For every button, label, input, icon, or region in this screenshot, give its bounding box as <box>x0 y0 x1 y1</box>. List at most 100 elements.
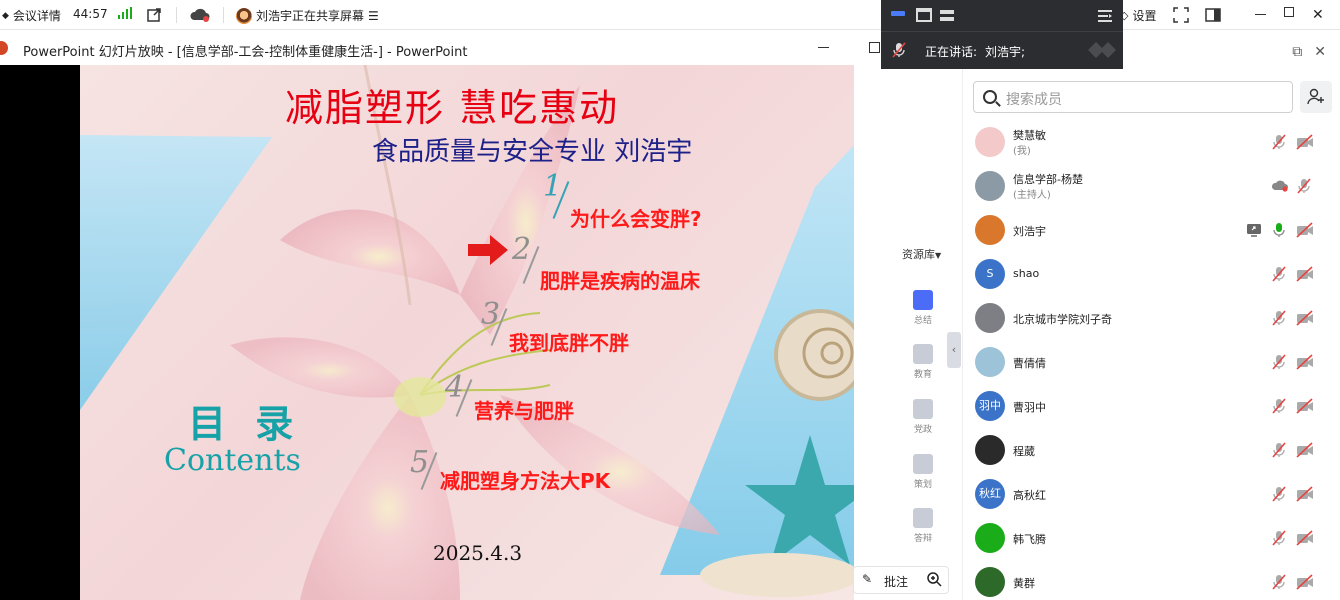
window-mode-icon[interactable] <box>916 8 932 22</box>
ppt-minimize-icon[interactable] <box>818 47 829 48</box>
tool-defense[interactable]: 答辩 <box>912 508 934 544</box>
member-row[interactable]: 刘浩宇 <box>973 208 1333 252</box>
member-avatar <box>975 347 1005 377</box>
speaking-name: 刘浩宇; <box>985 45 1026 59</box>
member-search-input[interactable]: 搜索成员 <box>973 81 1293 113</box>
collapse-toolbar-button[interactable]: ‹ <box>947 332 961 368</box>
member-row[interactable]: Sshao <box>973 252 1333 296</box>
minimize-icon[interactable] <box>1255 7 1266 15</box>
mic-muted-icon[interactable] <box>1271 530 1287 546</box>
sidebar-toggle-icon[interactable] <box>1205 7 1221 23</box>
member-avatar: 羽中 <box>975 391 1005 421</box>
slide-subtitle: 食品质量与安全专业 刘浩宇 <box>372 137 693 167</box>
member-row[interactable]: 信息学部-杨楚 (主持人) <box>973 164 1333 208</box>
slide[interactable]: 减脂塑形 慧吃惠动 食品质量与安全专业 刘浩宇 1 为什么会变胖? 2 肥胖是疾… <box>80 65 854 600</box>
sharing-indicator[interactable]: 刘浩宇正在共享屏幕 ☰ <box>236 7 379 24</box>
resource-toolbar: 资源库▼ 总结 教育 党政 策划 答辩 <box>898 236 947 600</box>
member-row[interactable]: 秋红 高秋红 <box>973 472 1333 516</box>
tool-party[interactable]: 党政 <box>912 399 934 435</box>
tool-planning[interactable]: 策划 <box>912 454 934 490</box>
popout-icon[interactable] <box>146 7 162 23</box>
close-panel-icon[interactable]: ✕ <box>1314 44 1326 60</box>
slide-date: 2025.4.3 <box>433 541 523 565</box>
member-row[interactable]: 黄群 <box>973 560 1333 600</box>
camera-off-icon[interactable] <box>1296 134 1313 150</box>
gallery-view-icon[interactable] <box>939 8 955 22</box>
invite-member-button[interactable] <box>1300 81 1332 113</box>
toc-item-3: 我到底胖不胖 <box>509 331 629 355</box>
mic-muted-icon[interactable] <box>1271 486 1287 502</box>
member-name: 樊慧敏 <box>1013 129 1046 142</box>
camera-off-icon[interactable] <box>1296 442 1313 458</box>
tool-education[interactable]: 教育 <box>912 344 934 380</box>
cloud-record-icon[interactable] <box>189 7 211 23</box>
zoom-in-icon[interactable] <box>926 571 942 590</box>
mic-muted-icon[interactable] <box>1271 310 1287 326</box>
camera-off-icon[interactable] <box>1296 530 1313 546</box>
member-name: 黄群 <box>1013 577 1035 590</box>
meeting-topbar: ◆ 会议详情 44:57 刘浩宇正在共享屏幕 ☰ ◇ 设置 ✕ <box>0 0 1340 30</box>
camera-off-icon[interactable] <box>1296 354 1313 370</box>
popout-panel-icon[interactable]: ⧉ <box>1292 44 1302 60</box>
close-icon[interactable]: ✕ <box>1312 7 1324 23</box>
tool-label: 答辩 <box>913 534 932 544</box>
mic-muted-icon[interactable] <box>892 42 906 61</box>
summary-icon <box>913 290 933 310</box>
camera-off-icon[interactable] <box>1296 574 1313 590</box>
mic-muted-icon[interactable] <box>1271 354 1287 370</box>
member-row[interactable]: 羽中 曹羽中 <box>973 384 1333 428</box>
member-row[interactable]: 曹倩倩 <box>973 340 1333 384</box>
member-role: (我) <box>1013 146 1031 157</box>
meeting-details-button[interactable]: ◆ 会议详情 <box>2 7 61 24</box>
mic-muted-icon[interactable] <box>1271 266 1287 282</box>
tool-label: 总结 <box>913 316 932 326</box>
mic-muted-icon[interactable] <box>1271 574 1287 590</box>
resource-library-dropdown[interactable]: 资源库▼ <box>898 236 947 262</box>
cloud-record-icon <box>1271 178 1288 194</box>
camera-off-icon[interactable] <box>1296 398 1313 414</box>
member-name: 北京城市学院刘子奇 <box>1013 313 1112 326</box>
fullscreen-icon[interactable] <box>1173 7 1189 23</box>
panel-menu-icon[interactable] <box>1097 8 1113 22</box>
caret-down-icon: ▼ <box>935 251 942 260</box>
elapsed-time: 44:57 <box>73 7 108 21</box>
planning-icon <box>913 454 933 474</box>
member-avatar <box>975 523 1005 553</box>
network-signal-icon[interactable] <box>118 7 132 19</box>
menu-icon: ☰ <box>368 8 379 23</box>
toc-item-2: 肥胖是疾病的温床 <box>540 269 700 293</box>
minimize-panel-icon[interactable] <box>891 11 905 16</box>
toc-item-4: 营养与肥胖 <box>474 399 574 423</box>
mic-muted-icon[interactable] <box>1296 178 1312 194</box>
annotate-button[interactable]: ✎ 批注 <box>853 566 949 594</box>
tool-summary[interactable]: 总结 <box>912 290 934 326</box>
toc-number-2: 2 <box>512 232 532 267</box>
member-avatar: S <box>975 259 1005 289</box>
floating-control-panel: 正在讲话: 刘浩宇; <box>881 0 1123 69</box>
member-avatar <box>975 127 1005 157</box>
mic-muted-icon[interactable] <box>1271 398 1287 414</box>
toc-item-1: 为什么会变胖? <box>570 207 702 231</box>
camera-off-icon[interactable] <box>1296 266 1313 282</box>
maximize-icon[interactable] <box>1284 7 1294 17</box>
member-avatar: 秋红 <box>975 479 1005 509</box>
camera-off-icon[interactable] <box>1296 310 1313 326</box>
settings-label: 设置 <box>1132 9 1157 23</box>
mic-muted-icon[interactable] <box>1271 134 1287 150</box>
ppt-maximize-icon[interactable] <box>869 42 880 53</box>
watermark-logo <box>1086 40 1118 60</box>
member-name: shao <box>1013 267 1040 280</box>
slide-title: 减脂塑形 慧吃惠动 <box>285 86 620 130</box>
camera-off-icon[interactable] <box>1296 486 1313 502</box>
member-row[interactable]: 韩飞腾 <box>973 516 1333 560</box>
member-row[interactable]: 北京城市学院刘子奇 <box>973 296 1333 340</box>
camera-off-icon[interactable] <box>1296 222 1313 238</box>
mic-muted-icon[interactable] <box>1271 442 1287 458</box>
members-panel: ⧉ ✕ 搜索成员 樊慧敏 (我) 信息学部-杨楚 (主持人) 刘浩宇 Sshao 北京城市学… <box>962 30 1340 600</box>
member-row[interactable]: 程葳 <box>973 428 1333 472</box>
mic-icon[interactable] <box>1271 222 1287 238</box>
settings-button[interactable]: ◇ 设置 <box>1120 7 1156 24</box>
pen-icon: ✎ <box>862 572 873 586</box>
member-row[interactable]: 樊慧敏 (我) <box>973 120 1333 164</box>
member-avatar <box>975 567 1005 597</box>
